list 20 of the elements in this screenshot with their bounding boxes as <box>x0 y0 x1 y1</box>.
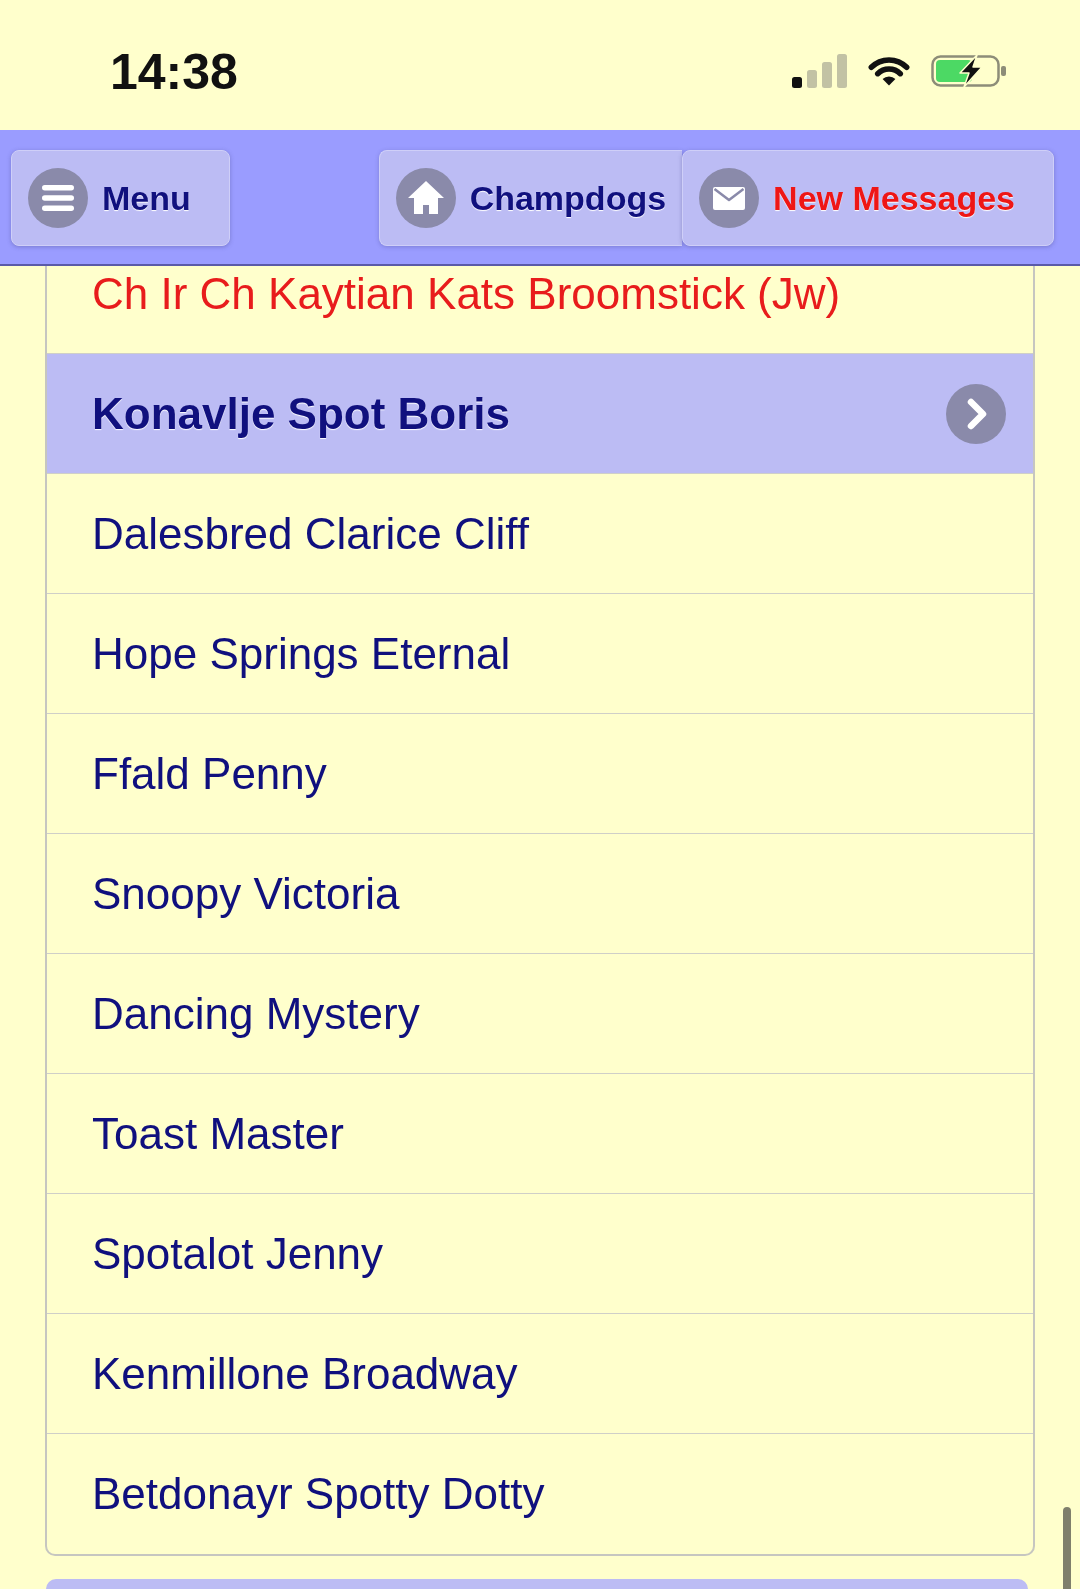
chevron-right-icon <box>946 383 1006 444</box>
list-item[interactable]: Ffald Penny <box>47 714 1033 834</box>
list-item[interactable]: Snoopy Victoria <box>47 834 1033 954</box>
list-item[interactable]: Kenmillone Broadway <box>47 1314 1033 1434</box>
home-button[interactable]: Champdogs <box>378 150 683 246</box>
battery-charging-icon <box>931 54 1007 88</box>
mail-icon <box>699 168 760 228</box>
signal-icon <box>792 54 847 88</box>
list-item[interactable]: Konavlje Spot Boris <box>47 354 1033 474</box>
menu-icon <box>28 168 88 228</box>
home-icon <box>395 168 456 228</box>
list-item[interactable]: Dancing Mystery <box>47 954 1033 1074</box>
list-item[interactable]: Betdonayr Spotty Dotty <box>47 1434 1033 1554</box>
list-item[interactable]: Spotalot Jenny <box>47 1194 1033 1314</box>
menu-button[interactable]: Menu <box>11 150 230 246</box>
status-time: 14:38 <box>110 47 238 97</box>
wifi-icon <box>867 54 911 88</box>
list-item[interactable]: Hope Springs Eternal <box>47 594 1033 714</box>
list-item[interactable]: Toast Master <box>47 1074 1033 1194</box>
list-item[interactable]: Dalesbred Clarice Cliff <box>47 474 1033 594</box>
